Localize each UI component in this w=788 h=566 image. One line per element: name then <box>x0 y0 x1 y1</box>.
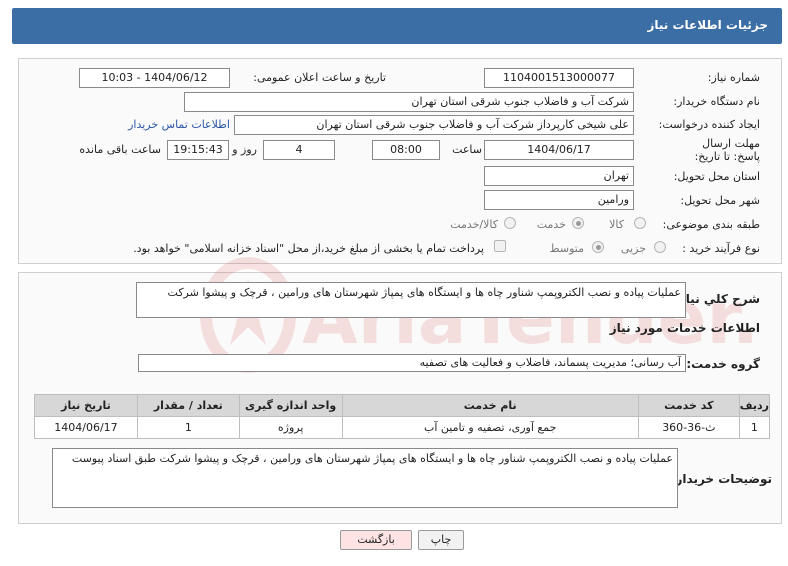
process-radio-medium[interactable] <box>592 241 604 253</box>
process-option-minor: جزیی <box>620 242 646 255</box>
creator-label: ایجاد کننده درخواست: <box>658 118 760 131</box>
creator-field: علی شیخی کارپرداز شرکت آب و فاضلاب جنوب … <box>234 115 634 135</box>
buyer-field: شرکت آب و فاضلاب جنوب شرقی استان تهران <box>184 92 634 112</box>
announce-label: تاریخ و ساعت اعلان عمومی: <box>253 71 386 84</box>
days-field: 4 <box>263 140 335 160</box>
time-label: ساعت <box>452 143 482 156</box>
contact-buyer-link[interactable]: اطلاعات تماس خریدار <box>128 118 230 131</box>
category-option-goods-service: کالا/خدمت <box>450 218 498 231</box>
col-row: ردیف <box>738 394 771 417</box>
table-row: 1 ث-36-360 جمع آوری، تصفیه و تامین آب پر… <box>34 416 771 439</box>
cell-service-code: ث-36-360 <box>637 416 740 439</box>
remaining-label: ساعت باقی مانده <box>79 143 161 156</box>
cell-service-name: جمع آوری، تصفیه و تامین آب <box>341 416 639 439</box>
service-group-field: آب رسانی؛ مدیریت پسماند، فاضلاب و فعالیت… <box>138 354 686 372</box>
summary-label: شرح کلي نياز: <box>674 292 760 306</box>
announce-field: 1404/06/12 - 10:03 <box>79 68 230 88</box>
cell-unit: پروژه <box>238 416 343 439</box>
category-label: طبقه بندی موضوعی: <box>662 218 760 231</box>
payment-note: پرداخت تمام یا بخشی از مبلغ خرید،از محل … <box>133 242 484 255</box>
cell-quantity: 1 <box>136 416 240 439</box>
days-label: روز و <box>232 143 257 156</box>
services-table: ردیف کد خدمت نام خدمت واحد اندازه گیری ت… <box>34 394 771 439</box>
deadline-date-field: 1404/06/17 <box>484 140 634 160</box>
col-need-date: تاریخ نیاز <box>34 394 138 417</box>
back-button[interactable]: بازگشت <box>340 530 412 550</box>
city-label: شهر محل تحویل: <box>680 194 760 207</box>
service-group-label: گروه خدمت: <box>686 357 760 371</box>
col-service-code: کد خدمت <box>637 394 740 417</box>
need-number-label: شماره نیاز: <box>707 71 760 84</box>
province-field: تهران <box>484 166 634 186</box>
process-radio-minor[interactable] <box>654 241 666 253</box>
col-quantity: تعداد / مقدار <box>136 394 240 417</box>
notes-field: عملیات پیاده و نصب الکتروپمپ شناور چاه ه… <box>52 448 678 508</box>
process-label: نوع فرآیند خرید : <box>682 242 760 255</box>
category-radio-service[interactable] <box>572 217 584 229</box>
category-option-goods: کالا <box>609 218 624 231</box>
category-radio-goods-service[interactable] <box>504 217 516 229</box>
payment-checkbox[interactable] <box>494 240 506 252</box>
page-title: جزئیات اطلاعات نیاز <box>647 18 768 32</box>
process-option-medium: متوسط <box>549 242 584 255</box>
form-panel <box>18 58 782 264</box>
deadline-time-field: 08:00 <box>372 140 440 160</box>
print-button[interactable]: چاپ <box>418 530 464 550</box>
buyer-label: نام دستگاه خریدار: <box>673 95 760 108</box>
need-number-field: 1104001513000077 <box>484 68 634 88</box>
services-heading: اطلاعات خدمات مورد نياز <box>609 321 760 335</box>
table-header-row: ردیف کد خدمت نام خدمت واحد اندازه گیری ت… <box>34 394 771 417</box>
notes-label: توضیحات خریدار: <box>670 472 772 486</box>
deadline-label: مهلت ارسال پاسخ: تا تاریخ: <box>694 137 760 163</box>
cell-need-date: 1404/06/17 <box>34 416 138 439</box>
city-field: ورامین <box>484 190 634 210</box>
category-option-service: خدمت <box>536 218 566 231</box>
cell-row: 1 <box>738 416 771 439</box>
summary-field: عملیات پیاده و نصب الکتروپمپ شناور چاه ه… <box>136 282 686 318</box>
category-radio-goods[interactable] <box>634 217 646 229</box>
col-service-name: نام خدمت <box>341 394 639 417</box>
header-bar: جزئیات اطلاعات نیاز <box>12 8 782 44</box>
remaining-time-field: 19:15:43 <box>167 140 229 160</box>
province-label: استان محل تحویل: <box>673 170 760 183</box>
col-unit: واحد اندازه گیری <box>238 394 343 417</box>
